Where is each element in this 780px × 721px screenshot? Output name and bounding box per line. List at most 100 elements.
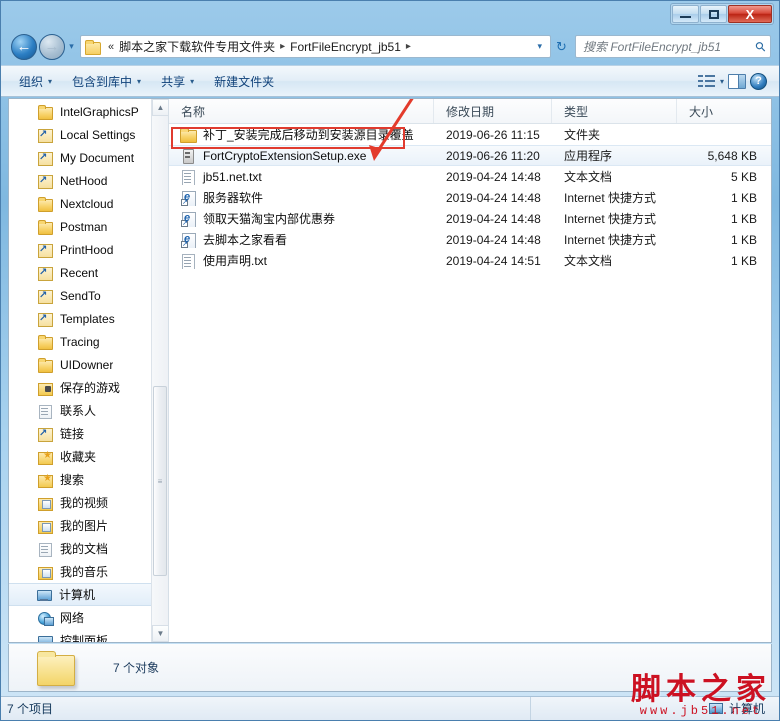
- sidebar-item-20[interactable]: 我的音乐: [9, 560, 168, 583]
- column-header-type[interactable]: 类型: [552, 99, 677, 123]
- sidebar-item-17[interactable]: 我的视频: [9, 491, 168, 514]
- sidebar-item-label: 计算机: [59, 588, 96, 602]
- column-header-name[interactable]: 名称: [169, 99, 434, 123]
- column-header-date[interactable]: 修改日期: [434, 99, 552, 123]
- navigation-pane: IntelGraphicsP Local Settings My Document N…: [9, 99, 169, 642]
- media-icon: [37, 519, 53, 534]
- shortcut-icon: [37, 128, 53, 143]
- sidebar-item-23[interactable]: 控制面板: [9, 629, 168, 642]
- toolbar-organize-button[interactable]: 组织 ▾: [9, 69, 62, 94]
- table-row[interactable]: 补丁_安装完成后移动到安装源目录覆盖 2019-06-26 11:15 文件夹: [169, 124, 771, 145]
- table-row[interactable]: ↗ 服务器软件 2019-04-24 14:48 Internet 快捷方式 1 KB: [169, 187, 771, 208]
- sidebar-item-13[interactable]: 联系人: [9, 399, 168, 422]
- search-box[interactable]: 搜索 FortFileEncrypt_jb51 ⚲: [575, 35, 771, 58]
- toolbar-include-in-library-button[interactable]: 包含到库中 ▾: [62, 69, 151, 94]
- sidebar-item-label: Nextcloud: [60, 196, 114, 211]
- file-size-cell: 1 KB: [730, 232, 757, 247]
- file-type-cell: Internet 快捷方式: [564, 233, 657, 247]
- table-row[interactable]: ↗ 去脚本之家看看 2019-04-24 14:48 Internet 快捷方式 1 K…: [169, 229, 771, 250]
- sidebar-item-0[interactable]: IntelGraphicsP: [9, 100, 168, 123]
- media-icon: [37, 496, 53, 511]
- back-button[interactable]: ←: [11, 33, 37, 60]
- sidebar-item-3[interactable]: NetHood: [9, 169, 168, 192]
- sidebar-item-5[interactable]: Postman: [9, 215, 168, 238]
- file-size-cell: 1 KB: [730, 211, 757, 226]
- address-bar[interactable]: « 脚本之家下载软件专用文件夹 ▸ FortFileEncrypt_jb51 ▸…: [80, 35, 551, 58]
- sidebar-item-11[interactable]: UIDowner: [9, 353, 168, 376]
- sidebar-item-4[interactable]: Nextcloud: [9, 192, 168, 215]
- sidebar-item-22[interactable]: 网络: [9, 606, 168, 629]
- column-headers: 名称 修改日期 类型 大小: [169, 99, 771, 124]
- sidebar-item-label: Templates: [60, 311, 115, 326]
- file-name-label: FortCryptoExtensionSetup.exe: [203, 148, 367, 163]
- view-mode-icon[interactable]: [697, 74, 716, 89]
- toolbar-new-folder-button[interactable]: 新建文件夹: [204, 69, 284, 94]
- sidebar-item-18[interactable]: 我的图片: [9, 514, 168, 537]
- url-icon: ↗: [180, 211, 196, 227]
- toolbar-item-label: 共享: [161, 74, 186, 89]
- sidebar-item-8[interactable]: SendTo: [9, 284, 168, 307]
- chevron-down-icon[interactable]: ▾: [720, 77, 724, 86]
- toolbar-share-button[interactable]: 共享 ▾: [151, 69, 204, 94]
- sidebar-item-7[interactable]: Recent: [9, 261, 168, 284]
- file-date-cell: 2019-04-24 14:48: [446, 190, 541, 205]
- file-date-cell: 2019-04-24 14:48: [446, 169, 541, 184]
- column-header-size[interactable]: 大小: [677, 99, 771, 123]
- history-dropdown-button[interactable]: ▾: [65, 41, 78, 52]
- search-input[interactable]: 搜索 FortFileEncrypt_jb51: [583, 38, 756, 55]
- file-date-cell: 2019-06-26 11:20: [446, 148, 540, 163]
- window-controls: X: [670, 3, 774, 25]
- close-button[interactable]: X: [728, 5, 772, 23]
- chevron-down-icon[interactable]: ▾: [531, 41, 548, 52]
- preview-pane-icon[interactable]: [728, 73, 746, 89]
- minimize-button[interactable]: [672, 5, 699, 23]
- toolbar-item-label: 组织: [19, 74, 44, 89]
- sidebar-item-12[interactable]: 保存的游戏: [9, 376, 168, 399]
- net-icon: [37, 611, 54, 626]
- sidebar-item-label: 联系人: [60, 404, 97, 418]
- sidebar-item-1[interactable]: Local Settings: [9, 123, 168, 146]
- sidebar-item-16[interactable]: 搜索: [9, 468, 168, 491]
- table-row[interactable]: ↗ 领取天猫淘宝内部优惠券 2019-04-24 14:48 Internet 快捷方…: [169, 208, 771, 229]
- sidebar-scrollbar[interactable]: ▲ ≡ ▼: [151, 99, 168, 642]
- sidebar-item-19[interactable]: 我的文档: [9, 537, 168, 560]
- scrollbar-thumb[interactable]: ≡: [153, 386, 167, 576]
- scroll-up-button[interactable]: ▲: [152, 99, 168, 116]
- breadcrumb-item-1[interactable]: FortFileEncrypt_jb51: [290, 40, 401, 54]
- scroll-down-button[interactable]: ▼: [152, 625, 168, 642]
- file-date-cell: 2019-04-24 14:51: [446, 253, 541, 268]
- restore-button[interactable]: [700, 5, 727, 23]
- back-icon: ←: [16, 38, 32, 55]
- table-row[interactable]: FortCryptoExtensionSetup.exe 2019-06-26 1…: [169, 145, 771, 166]
- breadcrumb-overflow-button[interactable]: «: [103, 41, 119, 53]
- sidebar-item-21[interactable]: 计算机: [9, 583, 168, 606]
- table-row[interactable]: 使用声明.txt 2019-04-24 14:51 文本文档 1 KB: [169, 250, 771, 271]
- folder-icon: [37, 219, 53, 235]
- shortcut-icon: [37, 243, 53, 258]
- sidebar-item-label: Recent: [60, 265, 99, 280]
- sidebar-item-14[interactable]: 链接: [9, 422, 168, 445]
- folder-icon: [180, 127, 197, 143]
- file-name-label: jb51.net.txt: [203, 169, 262, 184]
- table-row[interactable]: jb51.net.txt 2019-04-24 14:48 文本文档 5 KB: [169, 166, 771, 187]
- shortcut-icon: [37, 174, 53, 189]
- sidebar-item-label: Tracing: [60, 334, 100, 349]
- url-icon: ↗: [180, 190, 196, 206]
- sidebar-item-10[interactable]: Tracing: [9, 330, 168, 353]
- exe-icon: [180, 148, 196, 164]
- refresh-button[interactable]: ↻: [551, 36, 572, 57]
- sidebar-item-9[interactable]: Templates: [9, 307, 168, 330]
- file-type-cell: Internet 快捷方式: [564, 191, 657, 205]
- breadcrumb-item-0[interactable]: 脚本之家下载软件专用文件夹: [119, 38, 275, 55]
- forward-button[interactable]: →: [39, 33, 65, 60]
- sidebar-item-label: My Document: [60, 150, 135, 165]
- sidebar-item-15[interactable]: 收藏夹: [9, 445, 168, 468]
- sidebar-item-6[interactable]: PrintHood: [9, 238, 168, 261]
- txt-icon: [180, 169, 196, 185]
- breadcrumb-separator-0[interactable]: ▸: [275, 41, 290, 52]
- help-icon[interactable]: ?: [750, 72, 767, 90]
- file-size-cell: 5,648 KB: [707, 148, 757, 163]
- sidebar-item-2[interactable]: My Document: [9, 146, 168, 169]
- file-size-cell: 5 KB: [730, 169, 757, 184]
- breadcrumb-separator-1[interactable]: ▸: [401, 41, 416, 52]
